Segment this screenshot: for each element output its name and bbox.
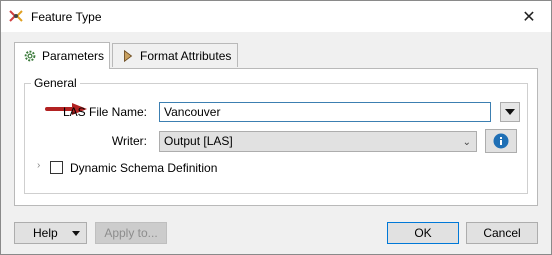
las-file-name-input[interactable]: Vancouver (159, 102, 491, 122)
apply-to-button-label: Apply to... (104, 226, 158, 240)
tab-parameters[interactable]: Parameters (14, 42, 110, 69)
cancel-button[interactable]: Cancel (466, 222, 538, 244)
parameters-panel: General LAS File Name: Vancouver Writer:… (14, 68, 538, 206)
triangle-down-icon (505, 109, 515, 115)
apply-to-button[interactable]: Apply to... (95, 222, 167, 244)
writer-info-button[interactable] (485, 129, 517, 153)
general-group-legend: General (31, 76, 80, 90)
tab-parameters-label: Parameters (42, 49, 105, 63)
writer-select[interactable]: Output [LAS] ⌄ (159, 131, 477, 152)
tab-format-attributes[interactable]: Format Attributes (112, 43, 238, 67)
cancel-button-label: Cancel (483, 226, 521, 240)
dynamic-schema-label: Dynamic Schema Definition (70, 161, 218, 175)
triangle-down-icon (72, 231, 80, 236)
ok-button[interactable]: OK (387, 222, 459, 244)
info-icon (493, 133, 509, 149)
title-bar: Feature Type ✕ (1, 1, 551, 32)
las-file-name-dropdown-button[interactable] (500, 102, 520, 122)
help-button[interactable]: Help (14, 222, 87, 244)
gear-icon (24, 50, 36, 62)
arrow-right-icon (124, 49, 133, 62)
general-group: General LAS File Name: Vancouver Writer:… (24, 76, 528, 194)
chevron-down-icon: ⌄ (462, 137, 471, 148)
fme-app-icon (9, 10, 23, 22)
writer-select-value: Output [LAS] (164, 134, 233, 148)
tab-format-attributes-label: Format Attributes (140, 48, 232, 63)
las-file-name-label: LAS File Name: (62, 105, 147, 119)
help-button-label: Help (33, 226, 58, 240)
ok-button-label: OK (414, 226, 432, 240)
feature-type-dialog: Feature Type ✕ Parameters Format Attribu… (0, 0, 552, 255)
close-button[interactable]: ✕ (507, 1, 551, 32)
close-icon: ✕ (522, 8, 536, 26)
expand-chevron-icon[interactable]: › (37, 160, 40, 171)
dynamic-schema-checkbox[interactable] (50, 161, 63, 174)
writer-label: Writer: (111, 134, 147, 148)
window-title: Feature Type (31, 10, 102, 24)
